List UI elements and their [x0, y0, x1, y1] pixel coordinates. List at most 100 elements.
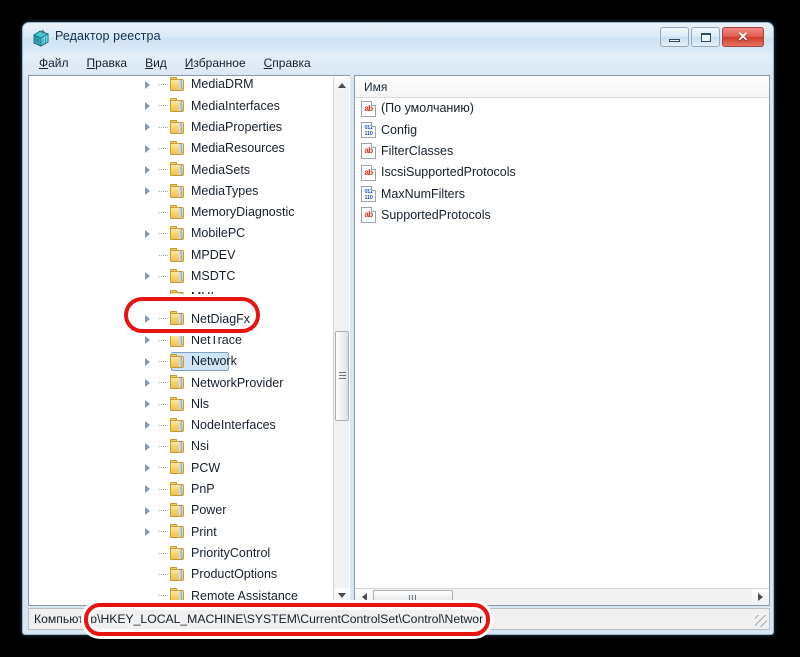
tree-item-netdiagfx[interactable]: NetDiagFx — [29, 308, 334, 329]
scrollbar-grip-icon — [409, 595, 417, 602]
values-column-header[interactable]: Имя — [355, 76, 769, 98]
tree-item-memorydiagnostic[interactable]: MemoryDiagnostic — [29, 202, 334, 223]
tree-indent-spacer — [29, 202, 142, 223]
expand-arrow-icon[interactable] — [142, 372, 159, 393]
tree-item-pcw[interactable]: PCW — [29, 457, 334, 478]
tree-indent-spacer — [29, 266, 142, 287]
expand-arrow-icon[interactable] — [142, 223, 159, 244]
value-row[interactable]: 011 110Config — [355, 119, 769, 140]
value-name-label: Config — [381, 124, 417, 137]
tree-item-mediadrm[interactable]: MediaDRM — [29, 75, 334, 95]
tree-item-mediasets[interactable]: MediaSets — [29, 159, 334, 180]
tree-connector-line — [159, 351, 169, 372]
tree-vertical-scrollbar[interactable] — [333, 77, 349, 604]
menu-item-edit[interactable]: Правка — [78, 55, 137, 72]
string-value-icon: ab — [361, 143, 376, 159]
tree-item-print[interactable]: Print — [29, 521, 334, 542]
menu-item-file[interactable]: Файл — [30, 55, 78, 72]
value-row[interactable]: ab FilterClasses — [355, 141, 769, 162]
expand-arrow-icon[interactable] — [142, 287, 159, 308]
column-header-name[interactable]: Имя — [355, 80, 387, 94]
tree-connector-line — [159, 202, 169, 223]
tree-leaf-spacer — [142, 564, 159, 585]
expand-arrow-icon[interactable] — [142, 393, 159, 414]
folder-icon — [169, 397, 186, 412]
tree-item-networkprovider[interactable]: NetworkProvider — [29, 372, 334, 393]
expand-arrow-icon[interactable] — [142, 180, 159, 201]
value-name-label: SupportedProtocols — [381, 209, 491, 222]
tree-item-mui[interactable]: MUI — [29, 287, 334, 308]
expand-arrow-icon[interactable] — [142, 351, 159, 372]
tree-item-pnp[interactable]: PnP — [29, 479, 334, 500]
expand-arrow-icon[interactable] — [142, 521, 159, 542]
folder-icon — [169, 524, 186, 539]
menu-item-view[interactable]: Вид — [136, 55, 176, 72]
minimize-button[interactable] — [660, 27, 689, 47]
tree-item-nls[interactable]: Nls — [29, 393, 334, 414]
tree-item-network[interactable]: Network — [29, 351, 334, 372]
tree-item-mpdev[interactable]: MPDEV — [29, 244, 334, 265]
expand-arrow-icon[interactable] — [142, 75, 159, 95]
tree-item-mediaproperties[interactable]: MediaProperties — [29, 117, 334, 138]
tree-indent-spacer — [29, 393, 142, 414]
value-name-label: FilterClasses — [381, 145, 453, 158]
tree-connector-line — [159, 308, 169, 329]
expand-arrow-icon[interactable] — [142, 479, 159, 500]
scroll-up-arrow-icon[interactable] — [334, 77, 349, 93]
menu-item-help[interactable]: Справка — [255, 55, 320, 72]
value-icon-glyph: 011 110 — [362, 187, 375, 201]
expand-arrow-icon[interactable] — [142, 117, 159, 138]
value-row[interactable]: ab(По умолчанию) — [355, 98, 769, 119]
value-row[interactable]: abIscsiSupportedProtocols — [355, 162, 769, 183]
expand-arrow-icon[interactable] — [142, 308, 159, 329]
expand-arrow-icon[interactable] — [142, 159, 159, 180]
expand-arrow-icon[interactable] — [142, 415, 159, 436]
tree-indent-spacer — [29, 457, 142, 478]
value-row[interactable]: abSupportedProtocols — [355, 204, 769, 225]
expand-arrow-icon[interactable] — [142, 500, 159, 521]
tree-item-power[interactable]: Power — [29, 500, 334, 521]
scroll-down-arrow-icon[interactable] — [334, 588, 349, 604]
folder-icon — [169, 77, 186, 92]
tree-item-mediainterfaces[interactable]: MediaInterfaces — [29, 95, 334, 116]
tree-item-remote-assistance[interactable]: Remote Assistance — [29, 585, 334, 603]
expand-arrow-icon[interactable] — [142, 436, 159, 457]
tree-item-prioritycontrol[interactable]: PriorityControl — [29, 543, 334, 564]
tree-item-msdtc[interactable]: MSDTC — [29, 266, 334, 287]
tree-item-productoptions[interactable]: ProductOptions — [29, 564, 334, 585]
tree-item-mediatypes[interactable]: MediaTypes — [29, 180, 334, 201]
expand-arrow-icon[interactable] — [142, 95, 159, 116]
scroll-left-arrow-icon[interactable] — [355, 589, 372, 605]
tree-connector-line — [159, 564, 169, 585]
menu-item-favorites[interactable]: Избранное — [176, 55, 255, 72]
tree-connector-line — [159, 117, 169, 138]
maximize-button[interactable] — [691, 27, 720, 47]
expand-arrow-icon[interactable] — [142, 330, 159, 351]
tree-connector-line — [159, 95, 169, 116]
tree-leaf-spacer — [142, 244, 159, 265]
registry-tree-pane[interactable]: MediaDRMMediaInterfacesMediaProperties Me… — [28, 75, 350, 606]
tree-item-nettrace[interactable]: NetTrace — [29, 330, 334, 351]
value-row[interactable]: 011 110MaxNumFilters — [355, 183, 769, 204]
resize-grip-icon[interactable] — [755, 615, 767, 627]
scroll-right-arrow-icon[interactable] — [752, 589, 769, 605]
tree-item-mobilepc[interactable]: MobilePC — [29, 223, 334, 244]
folder-icon — [169, 290, 186, 305]
tree-item-nodeinterfaces[interactable]: NodeInterfaces — [29, 415, 334, 436]
expand-arrow-icon[interactable] — [142, 266, 159, 287]
tree-item-nsi[interactable]: Nsi — [29, 436, 334, 457]
tree-indent-spacer — [29, 223, 142, 244]
registry-values-pane[interactable]: Имя ab(По умолчанию)011 110ConfigabFilte… — [354, 75, 770, 606]
tree-connector-line — [159, 223, 169, 244]
tree-item-mediaresources[interactable]: MediaResources — [29, 138, 334, 159]
close-button[interactable]: ✕ — [722, 27, 764, 47]
expand-arrow-icon[interactable] — [142, 138, 159, 159]
values-horizontal-scrollbar[interactable] — [355, 588, 769, 605]
registry-editor-icon — [32, 29, 50, 47]
tree-item-label: MUI — [191, 291, 214, 304]
tree-item-label: MediaResources — [191, 142, 285, 155]
values-scrollbar-thumb[interactable] — [373, 590, 453, 604]
status-bar: Компьютер\HKEY_LOCAL_MACHINE\SYSTEM\Curr… — [28, 608, 770, 630]
expand-arrow-icon[interactable] — [142, 457, 159, 478]
tree-scrollbar-thumb[interactable] — [335, 331, 349, 421]
